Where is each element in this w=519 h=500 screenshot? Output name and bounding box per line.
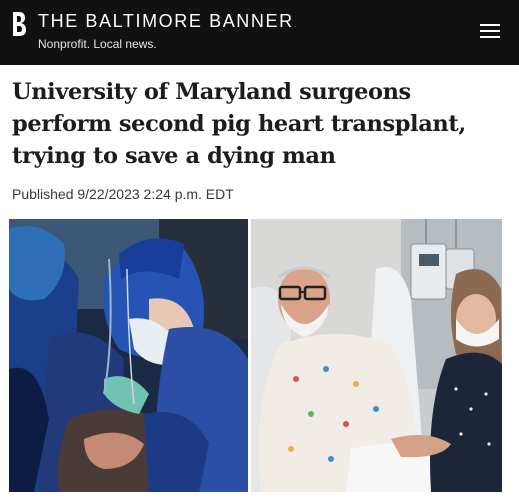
banner-b-logo-icon[interactable] bbox=[10, 11, 28, 37]
surgery-photo bbox=[9, 219, 248, 492]
site-header: THE BALTIMORE BANNER Nonprofit. Local ne… bbox=[0, 0, 519, 65]
patient-photo bbox=[251, 219, 502, 492]
article-headline: University of Maryland surgeons perform … bbox=[12, 79, 466, 169]
published-timestamp: Published 9/22/2023 2:24 p.m. EDT bbox=[12, 186, 234, 202]
site-brand-name[interactable]: THE BALTIMORE BANNER bbox=[38, 11, 294, 32]
hamburger-menu-icon[interactable] bbox=[480, 22, 502, 40]
site-tagline: Nonprofit. Local news. bbox=[38, 37, 157, 51]
